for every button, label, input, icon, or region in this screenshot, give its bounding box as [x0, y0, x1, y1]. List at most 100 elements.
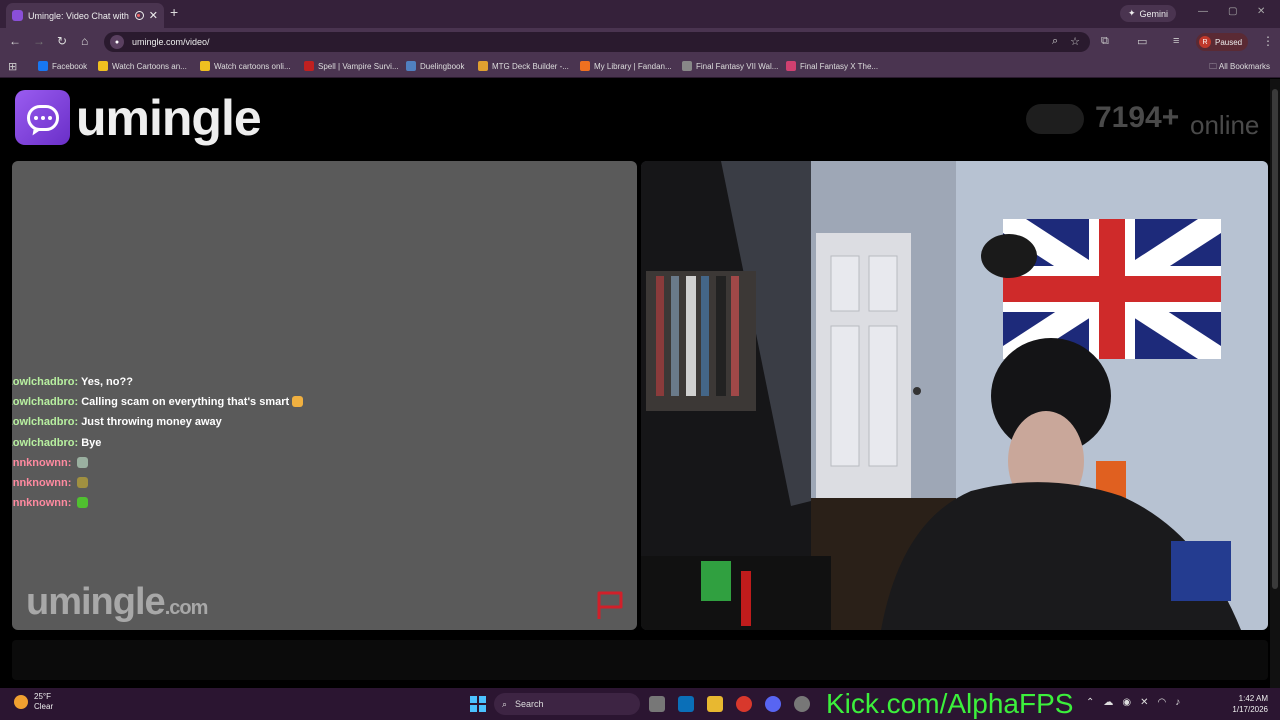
media-icon[interactable]: ≡ [1173, 35, 1179, 47]
windows-start-icon[interactable] [470, 696, 486, 712]
gemini-label: Gemini [1139, 8, 1169, 19]
gemini-button[interactable]: ✦ Gemini [1120, 5, 1177, 22]
chat-username: Lowlchadbro [12, 436, 75, 449]
chat-log: Lowlchadbro: Yes, no?? Lowlchadbro: Calli… [12, 374, 304, 515]
volume-icon[interactable]: ♪ [1175, 697, 1180, 708]
new-tab-button[interactable]: + [170, 4, 178, 20]
site-info-icon[interactable]: ● [110, 35, 124, 49]
wifi-icon[interactable]: ◠ [1158, 697, 1167, 708]
bookmark-item[interactable]: Duelingbook [406, 61, 464, 71]
url-text: umingle.com/video/ [132, 37, 210, 47]
tab-close-icon[interactable]: ✕ [149, 9, 158, 22]
browser-tab[interactable]: Umingle: Video Chat with S ✕ [6, 3, 164, 28]
profile-status: Paused [1215, 37, 1243, 47]
apps-grid-icon[interactable]: ⊞ [8, 60, 17, 73]
bookmark-item[interactable]: MTG Deck Builder -... [478, 61, 569, 71]
chat-username: Lowlchadbro [12, 416, 75, 429]
chat-username: unnknownn [12, 476, 68, 489]
home-icon[interactable]: ⌂ [81, 34, 88, 48]
bookmark-favicon-icon [38, 61, 48, 71]
all-bookmarks-label: All Bookmarks [1218, 62, 1270, 71]
site-logo-text[interactable]: umingle [76, 89, 262, 147]
settings-gear-icon[interactable] [794, 696, 810, 712]
onedrive-icon[interactable]: ☁ [1103, 697, 1113, 708]
bookmark-star-icon[interactable]: ☆ [1070, 35, 1080, 48]
online-count: 7194+ [1095, 101, 1180, 134]
umingle-page: umingle 7194+ online Lowlchadbro: Yes, n… [0, 79, 1280, 688]
bookmark-favicon-icon [200, 61, 210, 71]
chat-input-bar[interactable] [12, 640, 1268, 680]
minimize-icon[interactable]: — [1198, 6, 1208, 17]
browser-toolbar: ← → ↻ ⌂ ● umingle.com/video/ ⌕ ☆ ⧉ ▭ ≡ [0, 28, 1280, 56]
recording-icon [134, 11, 144, 20]
task-view-icon[interactable] [649, 696, 665, 712]
emoji-icon [77, 476, 89, 488]
bookmark-favicon-icon [580, 61, 590, 71]
chat-message: Lowlchadbro: Calling scam on everything … [12, 394, 304, 414]
stream-overlay-text: Kick.com/AlphaFPS [826, 688, 1074, 719]
chat-username: unnknownn [12, 497, 68, 510]
self-webcam-pane [641, 161, 1268, 630]
emoji-icon [77, 456, 89, 468]
tab-title: Umingle: Video Chat with S [28, 10, 130, 21]
chat-username: unnknownn [12, 456, 68, 469]
chat-message: unnknownn: [12, 475, 303, 495]
weather-temp: 25°F [34, 692, 51, 701]
bookmark-item[interactable]: Spell | Vampire Survi... [304, 61, 399, 71]
chrome-icon[interactable] [736, 696, 752, 712]
bookmarks-bar: ⊞ Facebook Watch Cartoons an... Watch cart… [0, 56, 1280, 78]
profile-button[interactable]: R Paused [1196, 33, 1249, 51]
tab-bar: Umingle: Video Chat with S ✕ + ✦ Gemini … [0, 0, 1280, 28]
windows-taskbar: 25°F Clear ⌕ Search Kick.com/AlphaFPS ⌃ … [0, 688, 1280, 720]
weather-moon-icon [14, 695, 28, 709]
mute-icon[interactable]: ✕ [1140, 697, 1148, 708]
bookmark-item[interactable]: Facebook [38, 61, 87, 71]
bookmark-item[interactable]: Final Fantasy VII Wal... [682, 61, 778, 71]
umingle-logo-icon[interactable] [15, 90, 70, 145]
file-explorer-icon[interactable] [707, 696, 723, 712]
system-tray: ⌃ ☁ ◉ ✕ ◠ ♪ [1086, 697, 1180, 708]
cast-icon[interactable]: ▭ [1137, 35, 1147, 48]
bookmark-label: Watch Cartoons an... [112, 61, 187, 71]
forward-arrow-icon[interactable]: → [33, 34, 45, 48]
extensions-icon[interactable]: ⧉ [1101, 35, 1109, 48]
chat-message: Lowlchadbro: Yes, no?? [12, 374, 303, 394]
reload-icon[interactable]: ↻ [57, 34, 67, 48]
bookmark-item[interactable]: Watch Cartoons an... [98, 61, 187, 71]
scrollbar-thumb[interactable] [1272, 89, 1278, 589]
clock-time: 1:42 AM [1238, 694, 1268, 703]
chat-text: Yes, no?? [80, 376, 133, 388]
weather-condition: Clear [34, 702, 54, 711]
bookmark-item[interactable]: My Library | Fandan... [580, 61, 672, 71]
emoji-icon [77, 497, 89, 509]
taskbar-clock[interactable]: 1:42 AM 1/17/2026 [1224, 693, 1268, 715]
chat-text: Calling scam on everything that's smart [81, 396, 290, 409]
address-bar[interactable]: ● umingle.com/video/ ⌕ ☆ [104, 32, 1090, 52]
chat-username: Lowlchadbro [12, 376, 75, 388]
bookmark-item[interactable]: Watch cartoons onli... [200, 61, 291, 71]
umingle-watermark: umingle.com [26, 581, 208, 624]
chat-text: Bye [81, 436, 102, 449]
bookmark-label: Facebook [52, 61, 88, 71]
online-toggle[interactable] [1026, 104, 1084, 134]
bookmark-label: Spell | Vampire Survi... [318, 61, 399, 71]
menu-kebab-icon[interactable]: ⋮ [1262, 34, 1274, 48]
online-label: online [1190, 110, 1260, 140]
zoom-icon[interactable]: ⌕ [1052, 35, 1058, 48]
all-bookmarks-button[interactable]: 🗀 All Bookmarks [1209, 61, 1270, 75]
store-icon[interactable] [678, 696, 694, 712]
bookmark-item[interactable]: Final Fantasy X The... [786, 61, 878, 71]
back-arrow-icon[interactable]: ← [9, 34, 21, 48]
clock-date: 1/17/2026 [1232, 705, 1268, 714]
report-flag-icon[interactable] [595, 589, 627, 621]
profile-avatar: R [1199, 36, 1211, 48]
window-close-icon[interactable]: ✕ [1257, 6, 1265, 17]
page-scrollbar[interactable] [1270, 79, 1280, 688]
discord-tray-icon[interactable]: ◉ [1122, 697, 1131, 708]
discord-icon[interactable] [765, 696, 781, 712]
taskbar-search[interactable]: ⌕ Search [494, 693, 640, 715]
weather-widget[interactable]: 25°F Clear [14, 692, 53, 712]
maximize-icon[interactable]: ▢ [1228, 6, 1237, 17]
chevron-up-icon[interactable]: ⌃ [1086, 697, 1094, 708]
sparkle-icon: ✦ [1128, 8, 1136, 18]
